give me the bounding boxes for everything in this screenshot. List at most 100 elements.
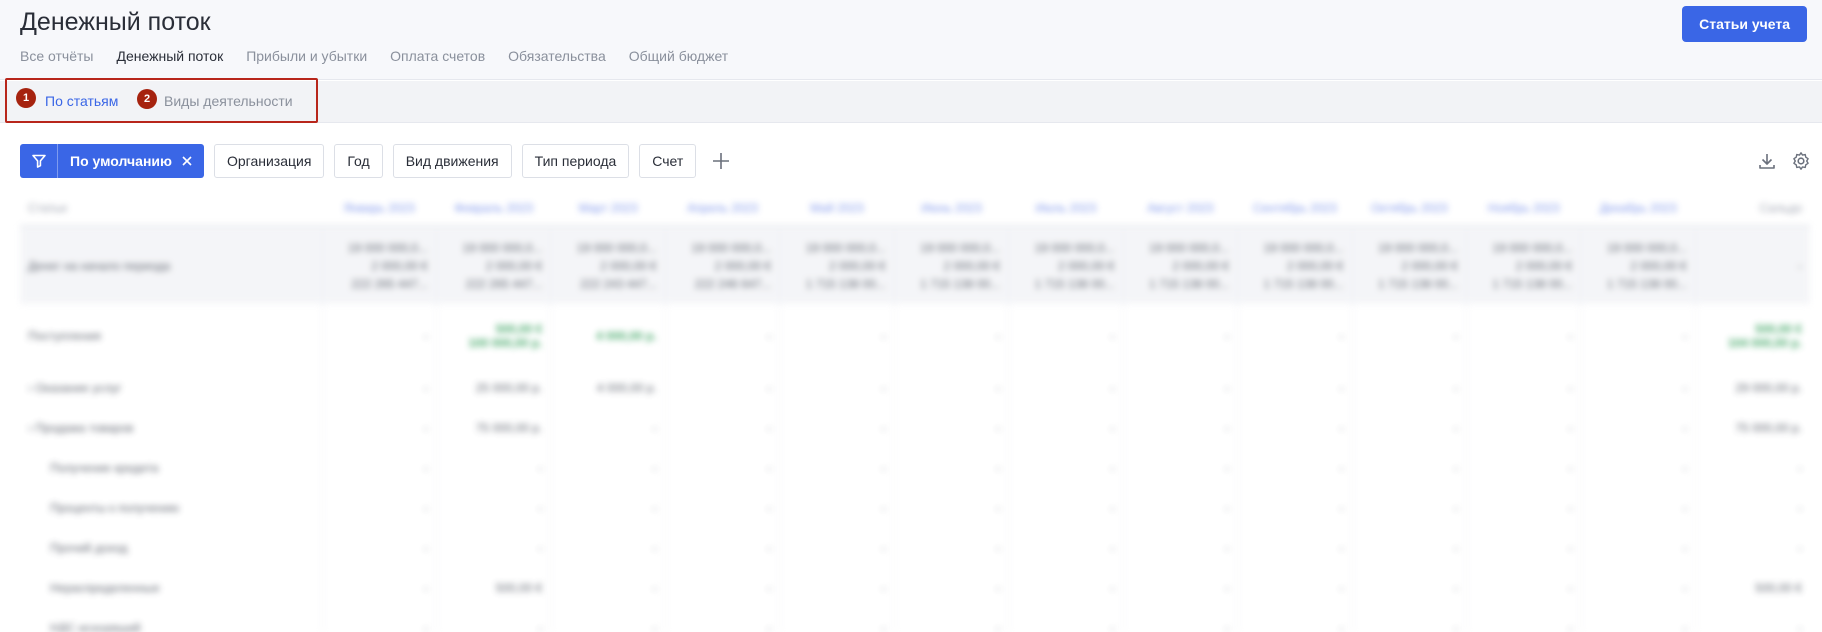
table-cell: 19 000 000,0... 2 000,00 €1 715 138 00... — [1466, 226, 1581, 304]
filter-account[interactable]: Счет — [639, 144, 697, 178]
table-cell-total: - — [1694, 488, 1810, 528]
column-header-month[interactable]: Июль 2023 — [1008, 190, 1124, 227]
table-cell: - — [1122, 408, 1238, 448]
table-cell-total: 75 000,00 р. — [1694, 408, 1810, 448]
table-row[interactable]: Получение кредита - - - - - - - - - - - - - — [20, 448, 1810, 488]
table-cell: - — [321, 568, 437, 608]
table-cell: - — [779, 304, 895, 368]
column-header-month[interactable]: Январь 2023 — [322, 190, 437, 227]
table-cell: - — [1008, 528, 1124, 568]
table-cell: - — [1351, 408, 1467, 448]
table-cell: - — [893, 304, 1009, 368]
table-cell: - — [1351, 568, 1467, 608]
table-cell: - — [779, 488, 895, 528]
table-cell: - — [1008, 488, 1124, 528]
table-cell-total: 29 000,00 р. — [1694, 368, 1810, 408]
table-cell: - — [550, 408, 666, 448]
tab-invoice-payment[interactable]: Оплата счетов — [390, 48, 485, 80]
table-row[interactable]: › Продажа товаров -75 000,00 р. - - - - - - - - - -… — [20, 408, 1810, 448]
filter-year[interactable]: Год — [334, 144, 383, 178]
table-cell: - — [1580, 304, 1696, 368]
table-row[interactable]: Поступления -500,00 €100 000,00 р. 4 000,0… — [20, 304, 1810, 368]
table-cell: - — [664, 408, 780, 448]
table-cell: - — [893, 528, 1009, 568]
table-cell: 19 000 000,0... 2 000,00 €1 715 138 00... — [1008, 226, 1124, 304]
tab-general-budget[interactable]: Общий бюджет — [629, 48, 728, 80]
table-cell: 19 000 000,0... 2 000,00 €222 265 447... — [435, 226, 551, 304]
close-icon[interactable] — [182, 153, 192, 169]
filter-icon — [20, 144, 58, 178]
tab-liabilities[interactable]: Обязательства — [508, 48, 606, 80]
table-cell: - — [1237, 304, 1353, 368]
table-cell: - — [435, 608, 551, 632]
table-row[interactable]: Нераспределенные -500,00 € - - - - - - - - - -500,0… — [20, 568, 1810, 608]
table-row[interactable]: Прочий доход - - - - - - - - - - - - - — [20, 528, 1810, 568]
table-cell: 19 000 000,0... 2 000,00 €1 715 138 00... — [1580, 226, 1696, 304]
table-cell: 25 000,00 р. — [435, 368, 551, 408]
table-cell-total: - — [1694, 608, 1810, 632]
table-cell: - — [550, 568, 666, 608]
filter-movement-type[interactable]: Вид движения — [392, 144, 512, 178]
filter-organization[interactable]: Организация — [213, 144, 325, 178]
row-label: Получение кредита — [50, 461, 159, 475]
cashflow-table: Статьи Январь 2023 Февраль 2023 Март 2023 Ап… — [20, 190, 1810, 632]
column-header-month[interactable]: Май 2023 — [779, 190, 895, 227]
chevron-right-icon[interactable]: › — [28, 421, 35, 435]
chevron-right-icon[interactable]: › — [28, 381, 35, 395]
accounts-button[interactable]: Статьи учета — [1682, 6, 1807, 42]
table-row[interactable]: НДС исходящий - - - - - - - - - - - - - — [20, 608, 1810, 632]
table-cell: - — [321, 368, 437, 408]
column-header-month[interactable]: Февраль 2023 — [436, 190, 551, 227]
tab-all-reports[interactable]: Все отчёты — [20, 48, 93, 80]
column-header-month[interactable]: Март 2023 — [550, 190, 666, 227]
column-header-month[interactable]: Апрель 2023 — [665, 190, 780, 227]
column-header-month[interactable]: Декабрь 2023 — [1580, 190, 1696, 227]
table-cell: - — [1237, 568, 1353, 608]
table-cell: 500,00 € — [435, 568, 551, 608]
row-label: Денег на начало периода — [20, 226, 322, 304]
table-cell: - — [550, 528, 666, 568]
gear-icon[interactable] — [1790, 150, 1812, 172]
table-cell-total: 500,00 € — [1694, 568, 1810, 608]
table-cell: - — [1466, 304, 1581, 368]
table-cell: - — [1008, 568, 1124, 608]
table-cell: - — [1237, 448, 1353, 488]
tab-cash-flow[interactable]: Денежный поток — [116, 48, 223, 80]
table-cell: - — [893, 368, 1009, 408]
table-cell: - — [1008, 448, 1124, 488]
column-header-month[interactable]: Ноябрь 2023 — [1466, 190, 1581, 227]
table-cell: - — [1580, 408, 1696, 448]
table-cell: - — [664, 528, 780, 568]
row-label: › Продажа товаров — [28, 421, 134, 435]
table-cell: 19 000 000,0... 2 000,00 €1 715 138 00... — [1122, 226, 1238, 304]
table-cell: 19 000 000,0... 2 000,00 €222 246 647... — [664, 226, 780, 304]
page-header: Денежный поток Статьи учета Все отчёты Д… — [0, 0, 1822, 80]
table-cell: - — [779, 528, 895, 568]
table-cell: - — [435, 528, 551, 568]
download-icon[interactable] — [1756, 150, 1778, 172]
table-cell: - — [779, 568, 895, 608]
column-header-month[interactable]: Октябрь 2023 — [1352, 190, 1467, 227]
table-cell: - — [1237, 368, 1353, 408]
table-cell-total: 500,00 €104 000,00 р. — [1694, 304, 1810, 368]
default-filter-button[interactable]: По умолчанию — [20, 144, 204, 178]
table-cell: 19 000 000,0... 2 000,00 €222 243 447... — [550, 226, 666, 304]
table-cell: - — [1008, 608, 1124, 632]
table-cell: - — [664, 368, 780, 408]
tab-profit-loss[interactable]: Прибыли и убытки — [246, 48, 367, 80]
subtab-activity-types[interactable]: Виды деятельности — [164, 93, 293, 109]
column-header-month[interactable]: Сентябрь 2023 — [1237, 190, 1353, 227]
column-header-month[interactable]: Август 2023 — [1123, 190, 1238, 227]
column-header-month[interactable]: Июнь 2023 — [894, 190, 1009, 227]
subtab-by-articles[interactable]: По статьям — [45, 93, 118, 109]
table-row[interactable]: › Оказание услуг -25 000,00 р. 4 000,00 р.… — [20, 368, 1810, 408]
filter-period-type[interactable]: Тип периода — [521, 144, 630, 178]
table-cell: - — [1466, 448, 1581, 488]
table-cell: - — [893, 408, 1009, 448]
table-cell: - — [1008, 304, 1124, 368]
table-cell: 19 000 000,0... 2 000,00 €222 265 447... — [321, 226, 437, 304]
add-filter-button[interactable] — [708, 148, 734, 174]
row-label: Нераспределенные — [50, 581, 160, 595]
row-label: НДС исходящий — [50, 621, 141, 632]
table-row[interactable]: Проценты к получению - - - - - - - - - - - - - — [20, 488, 1810, 528]
